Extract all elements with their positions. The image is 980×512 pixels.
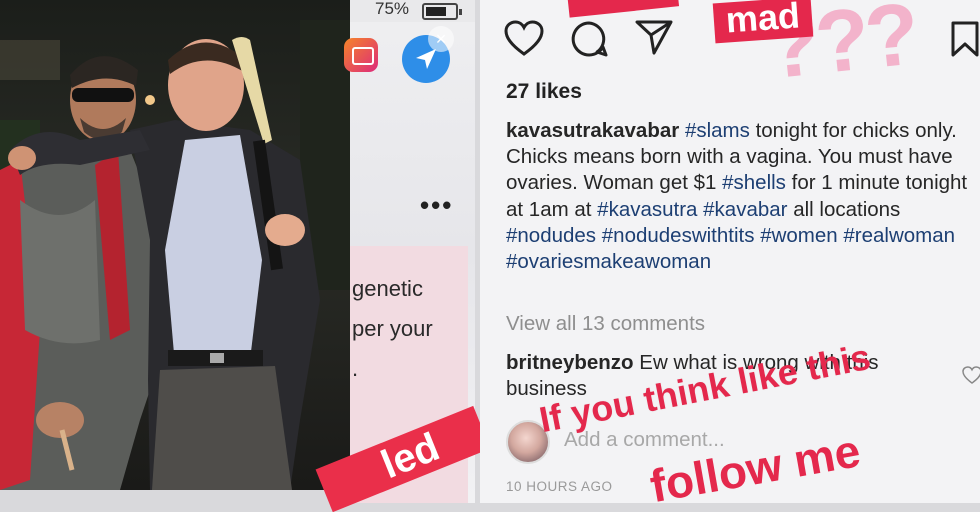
comment-icon[interactable] (570, 20, 608, 58)
post-caption: kavasutrakavabar #slams tonight for chic… (506, 118, 976, 275)
text-fragment: genetic (352, 276, 423, 301)
caption-username[interactable]: kavasutrakavabar (506, 119, 679, 142)
hashtag-link[interactable]: #slams (685, 119, 750, 142)
like-heart-icon[interactable] (504, 20, 544, 56)
comment-like-icon[interactable] (962, 366, 980, 384)
background-screen: 75% × ••• genetic per your . led (315, 0, 491, 512)
post-photo (0, 0, 350, 490)
caption-text: all locations (787, 197, 901, 221)
more-options-icon[interactable]: ••• (420, 190, 453, 221)
battery-percent: 75% (375, 0, 410, 18)
status-bar: 75% (350, 0, 475, 22)
text-fragment: . (352, 356, 359, 381)
text-fragment: per your (352, 316, 433, 341)
view-all-comments-link[interactable]: View all 13 comments (506, 312, 705, 336)
mad-sticker: mad (712, 0, 814, 44)
battery-icon (422, 3, 462, 20)
photo-illustration (0, 20, 350, 490)
bookmark-icon[interactable] (950, 20, 980, 58)
hashtag-link[interactable]: #realwoman (843, 224, 955, 247)
instagram-post-panel: ??? mad 27 likes kavasutrakavabar #slams… (480, 0, 980, 503)
post-timestamp: 10 HOURS AGO (506, 479, 613, 494)
sticker-fragment (566, 0, 680, 18)
hashtag-link[interactable]: #nodudeswithtits (602, 224, 755, 247)
igtv-icon[interactable] (344, 38, 378, 72)
share-icon[interactable] (634, 18, 674, 56)
hashtag-link[interactable]: #shells (722, 171, 786, 194)
close-icon[interactable]: × (428, 26, 454, 52)
caption-body: #slams tonight for chicks only. Chicks m… (506, 119, 967, 273)
hashtag-link[interactable]: #nodudes (506, 224, 596, 247)
likes-count[interactable]: 27 likes (506, 80, 582, 104)
hashtag-link[interactable]: #kavasutra (597, 198, 697, 221)
hashtag-link[interactable]: #women (760, 224, 838, 247)
hashtag-link[interactable]: #kavabar (703, 198, 787, 221)
comment-username[interactable]: britneybenzo (506, 351, 634, 374)
hashtag-link[interactable]: #ovariesmakeawoman (506, 250, 711, 273)
